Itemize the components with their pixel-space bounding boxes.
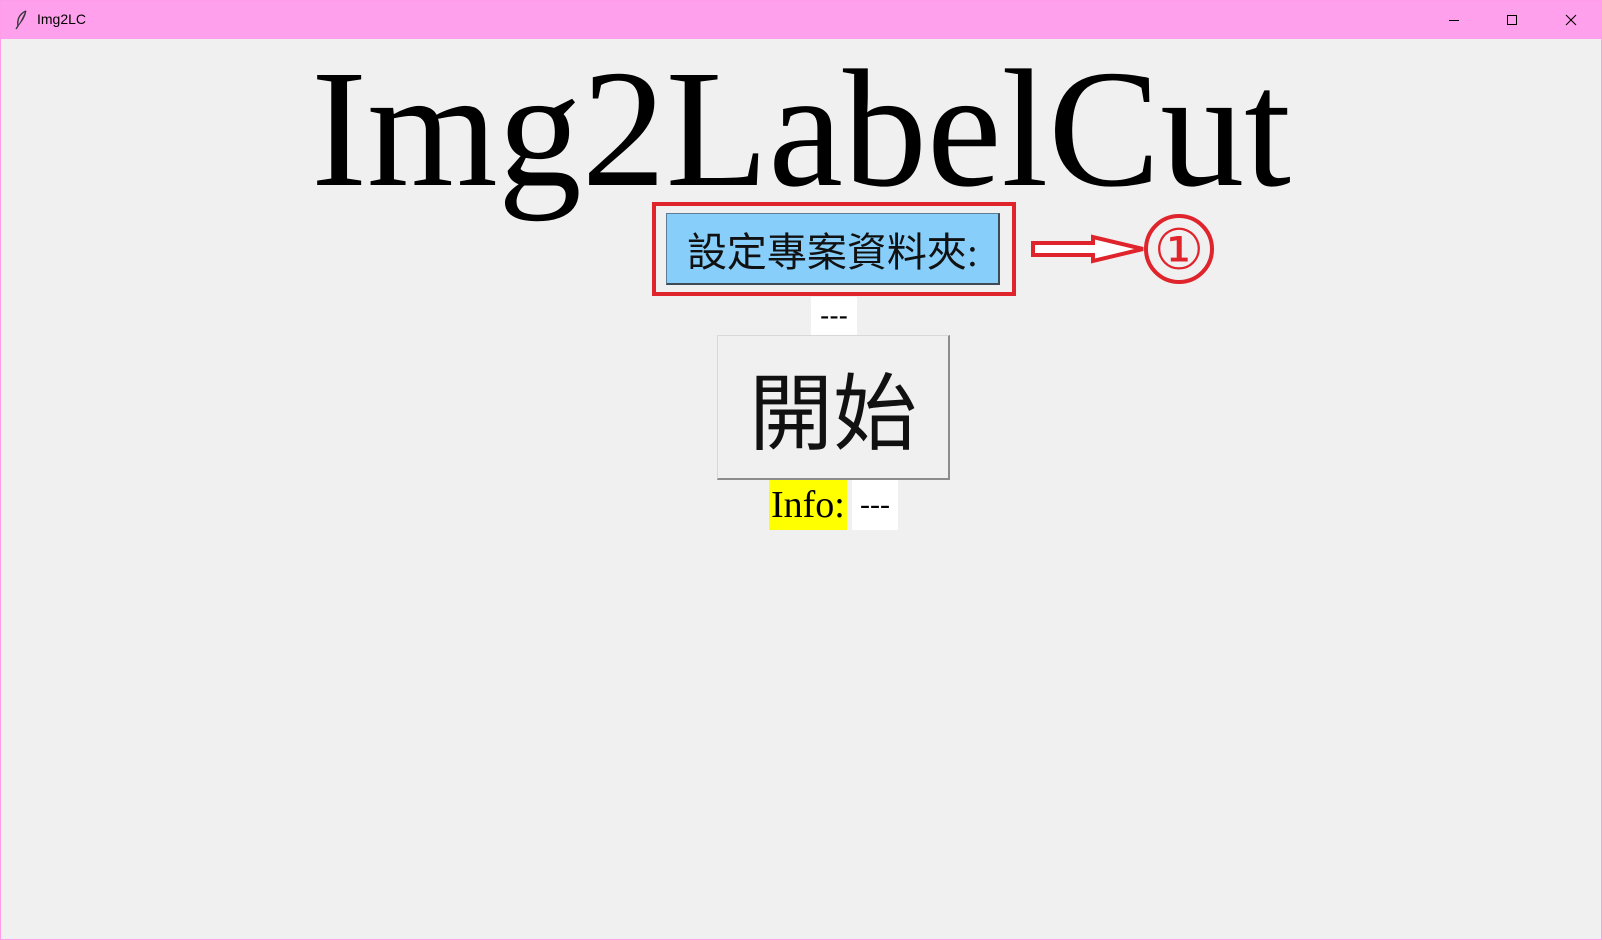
close-icon bbox=[1565, 14, 1577, 26]
step-number-marker: ① bbox=[1154, 218, 1204, 281]
annotation-arrow: ① bbox=[1031, 211, 1221, 287]
start-button[interactable]: 開始 bbox=[717, 335, 950, 480]
minimize-button[interactable] bbox=[1425, 1, 1483, 39]
app-window: Img2LC Img2LabelCut 設定專案資料夾: ① --- 開始 In… bbox=[0, 0, 1602, 940]
title-bar[interactable]: Img2LC bbox=[1, 1, 1601, 39]
info-value: --- bbox=[852, 480, 898, 530]
close-button[interactable] bbox=[1542, 1, 1600, 39]
app-title: Img2LabelCut bbox=[311, 36, 1291, 222]
window-title: Img2LC bbox=[37, 11, 87, 27]
minimize-icon bbox=[1449, 20, 1459, 21]
feather-icon bbox=[13, 10, 29, 30]
set-project-folder-button[interactable]: 設定專案資料夾: bbox=[666, 213, 1000, 285]
info-label: Info: bbox=[769, 480, 847, 530]
project-folder-path: --- bbox=[811, 297, 857, 335]
maximize-button[interactable] bbox=[1483, 1, 1541, 39]
maximize-icon bbox=[1507, 15, 1517, 25]
